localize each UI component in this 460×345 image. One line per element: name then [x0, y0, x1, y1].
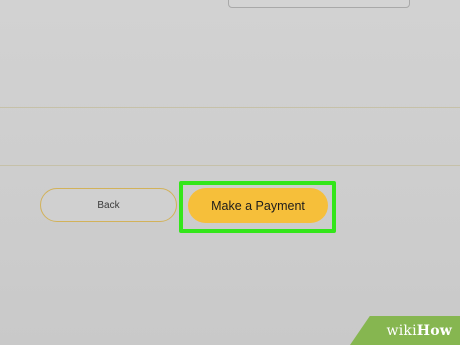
- back-button[interactable]: Back: [40, 188, 177, 222]
- wikihow-logo: wikiHow: [387, 323, 452, 339]
- screen: Back Make a Payment wikiHow: [0, 0, 460, 345]
- make-payment-button[interactable]: Make a Payment: [188, 188, 328, 223]
- divider: [0, 165, 460, 166]
- top-input-field[interactable]: [228, 0, 410, 8]
- back-button-label: Back: [97, 199, 120, 211]
- wikihow-logo-how: How: [416, 322, 452, 339]
- wikihow-logo-wiki: wiki: [386, 322, 417, 339]
- divider: [0, 107, 460, 108]
- make-payment-button-label: Make a Payment: [211, 198, 305, 213]
- wikihow-watermark: wikiHow: [350, 316, 460, 345]
